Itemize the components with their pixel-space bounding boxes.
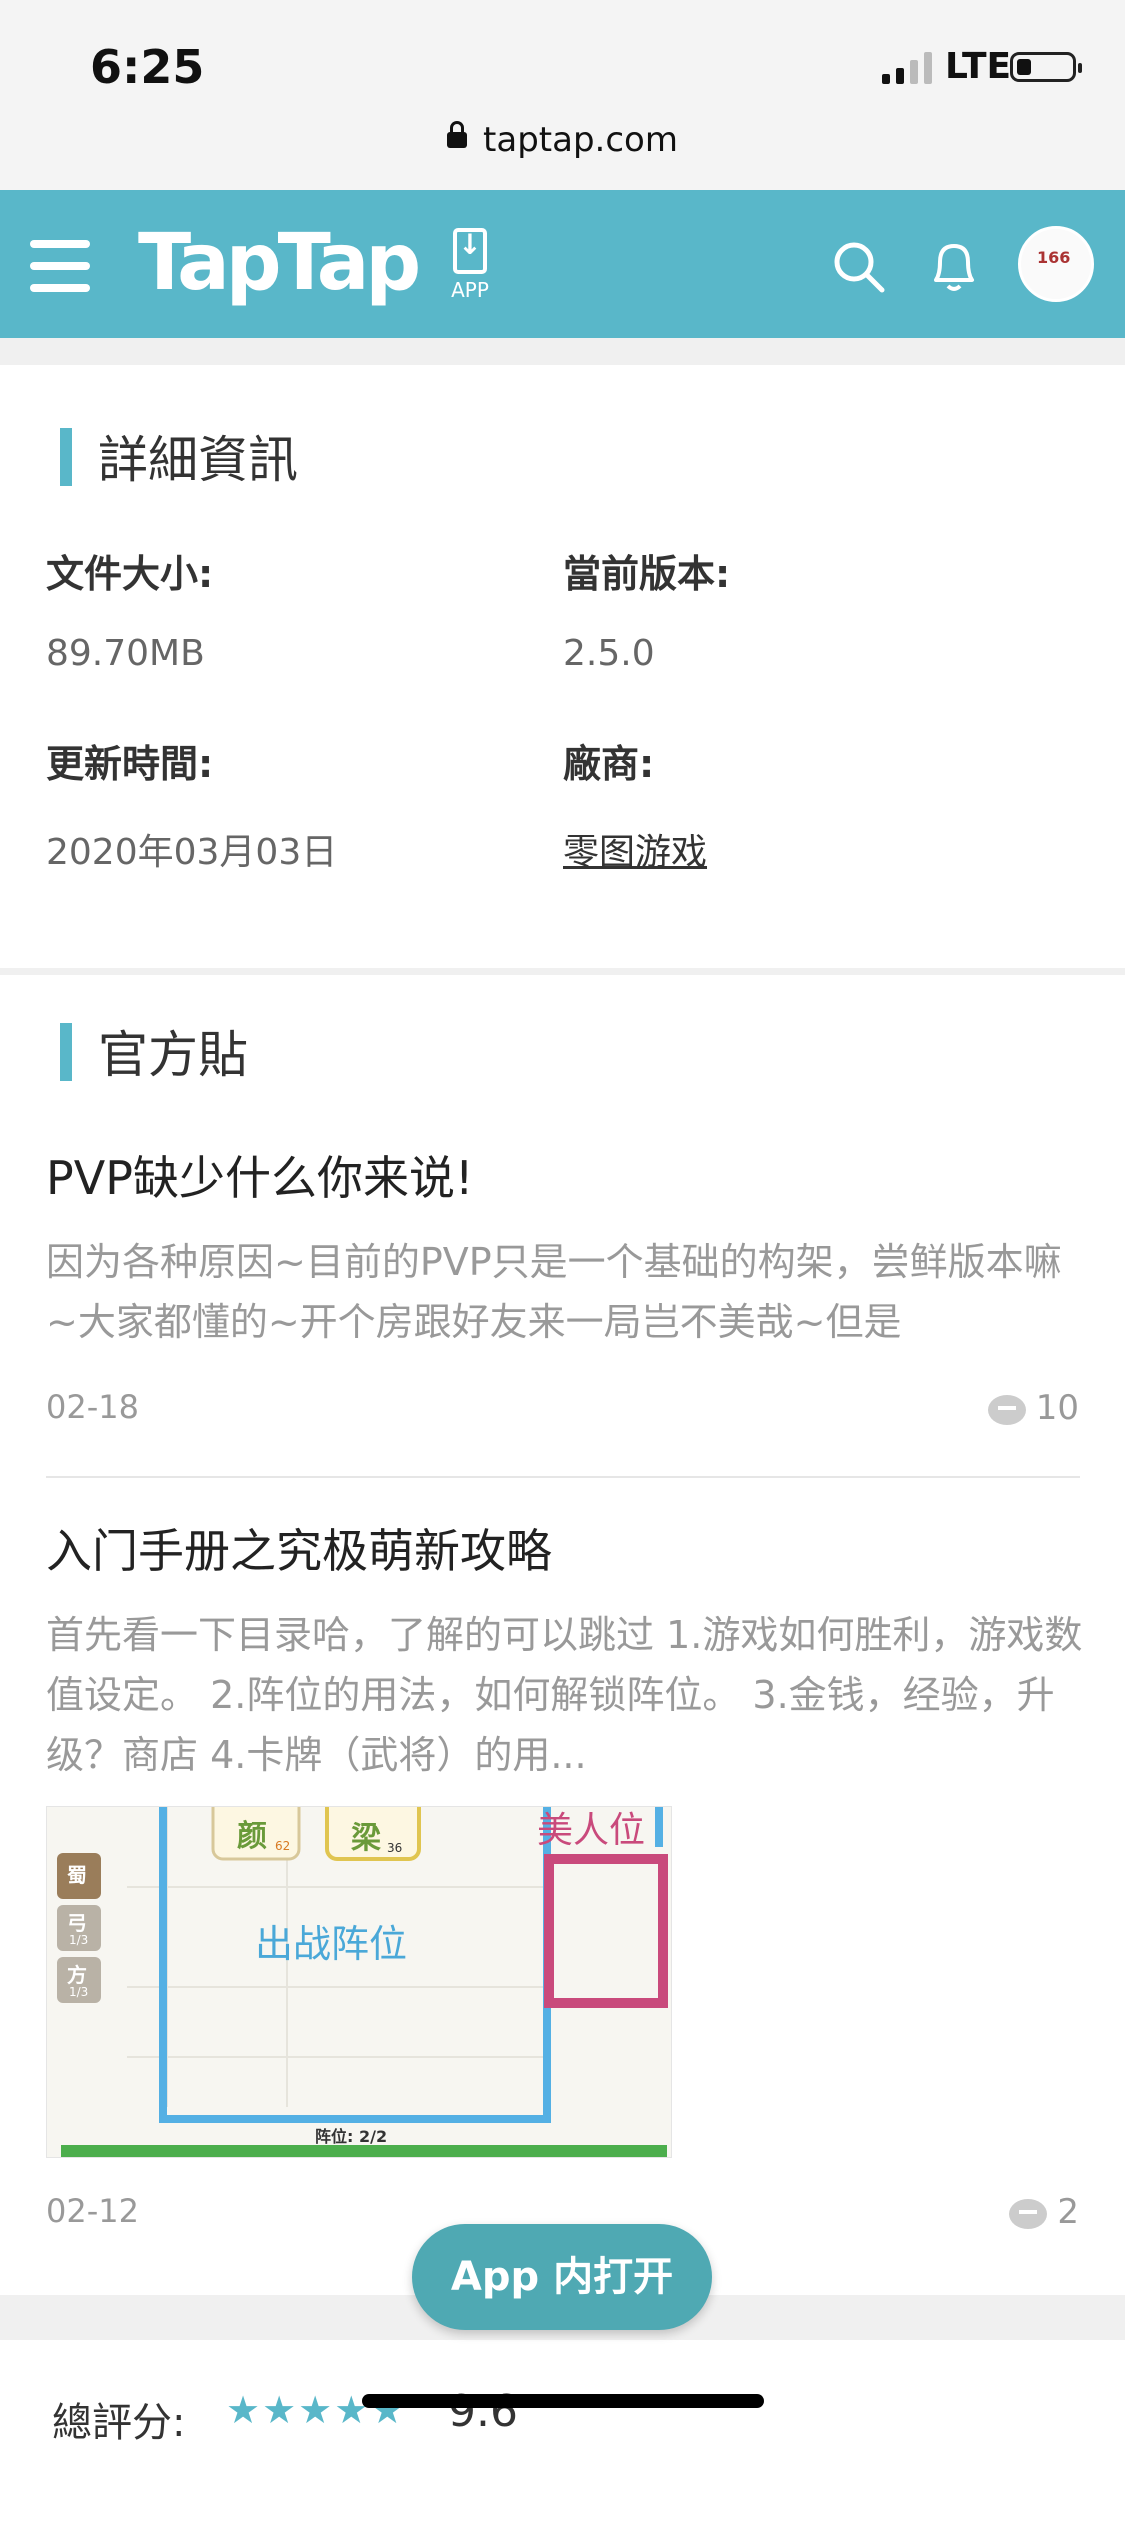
url-text: taptap.com — [483, 120, 678, 160]
avatar[interactable]: 166 — [1018, 226, 1094, 302]
card-number: 36 — [387, 1841, 403, 1855]
update-time-value: 2020年03月03日 — [46, 832, 338, 873]
carrier-label: LTE — [945, 46, 1012, 87]
status-time: 6:25 — [90, 40, 205, 94]
avatar-text: 166 — [1037, 248, 1071, 267]
open-in-app-button[interactable]: App 内打开 — [412, 2224, 712, 2330]
post-excerpt[interactable]: 因为各种原因~目前的PVP只是一个基础的构架，尝鲜版本嘛~大家都懂的~开个房跟好… — [46, 1232, 1086, 1352]
official-section-title: 官方貼 — [60, 1015, 248, 1087]
post-title[interactable]: 入门手册之究极萌新攻略 — [46, 1515, 552, 1581]
signal-icon — [882, 52, 932, 84]
search-icon[interactable] — [832, 240, 886, 294]
side-sub: 1/3 — [69, 1933, 89, 1947]
side-label: 弓 — [67, 1911, 87, 1935]
post-date: 02-18 — [46, 1388, 139, 1426]
beauty-zone-label: 美人位 — [537, 1810, 646, 1851]
menu-icon[interactable] — [30, 240, 90, 292]
battery-icon — [1010, 52, 1082, 82]
version-value: 2.5.0 — [563, 633, 655, 674]
home-indicator[interactable] — [362, 2394, 764, 2408]
vendor-label: 廠商: — [563, 742, 655, 786]
bell-icon[interactable] — [926, 236, 982, 296]
comment-icon — [987, 1394, 1026, 1425]
file-size-value: 89.70MB — [46, 633, 205, 674]
details-card: 詳細資訊 文件大小: 89.70MB 當前版本: 2.5.0 更新時間: 202… — [0, 365, 1125, 968]
file-size-label: 文件大小: — [46, 552, 214, 596]
post-divider — [46, 1476, 1080, 1478]
version-label: 當前版本: — [563, 552, 731, 596]
app-label: APP — [451, 278, 489, 302]
card-number: 62 — [275, 1839, 291, 1853]
details-section-title: 詳細資訊 — [60, 420, 298, 492]
update-time-label: 更新時間: — [46, 742, 214, 786]
zone-count-label: 阵位: 2/2 — [315, 2127, 388, 2146]
side-sub: 1/3 — [69, 1985, 89, 1999]
taptap-logo[interactable]: TapTap — [138, 218, 421, 308]
app-download-button[interactable]: APP — [445, 228, 495, 318]
comment-count: 2 — [1057, 2192, 1079, 2232]
card-name: 梁 — [351, 1821, 381, 1856]
post-comments[interactable]: 10 — [987, 1388, 1079, 1428]
vendor-link[interactable]: 零图游戏 — [563, 823, 707, 875]
post-comments[interactable]: 2 — [1009, 2192, 1079, 2232]
zone-label: 出战阵位 — [255, 1922, 408, 1966]
post-image[interactable]: 颜 62 梁 36 蜀 弓 1/3 方 1/3 出战阵位 美人位 阵位: 2/2 — [46, 1806, 672, 2158]
side-label: 方 — [67, 1963, 87, 1987]
comment-count: 10 — [1035, 1388, 1079, 1428]
phone-download-icon — [453, 228, 487, 274]
site-header: TapTap APP 166 — [0, 190, 1125, 338]
post-excerpt[interactable]: 首先看一下目录哈，了解的可以跳过 1.游戏如何胜利，游戏数值设定。 2.阵位的用… — [46, 1605, 1086, 1785]
comment-icon — [1009, 2198, 1048, 2229]
card-name: 颜 — [237, 1819, 267, 1854]
rating-label: 總評分: — [52, 2400, 186, 2446]
address-bar[interactable]: taptap.com — [0, 110, 1125, 190]
side-label: 蜀 — [67, 1863, 87, 1887]
post-title[interactable]: PVP缺少什么你来说! — [46, 1142, 473, 1208]
post-date: 02-12 — [46, 2192, 139, 2230]
lock-icon — [447, 120, 468, 148]
